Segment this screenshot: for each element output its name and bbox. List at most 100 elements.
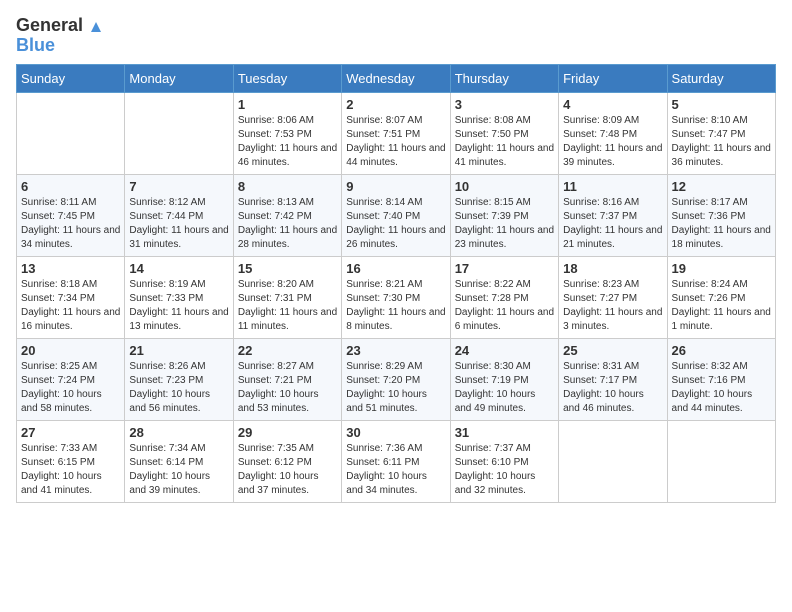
day-number: 31 bbox=[455, 425, 554, 440]
day-info: Sunrise: 8:27 AM Sunset: 7:21 PM Dayligh… bbox=[238, 360, 337, 416]
day-cell: 1 Sunrise: 8:06 AM Sunset: 7:53 PM Daylig… bbox=[233, 92, 341, 174]
day-info: Sunrise: 8:23 AM Sunset: 7:27 PM Dayligh… bbox=[563, 278, 662, 334]
day-cell: 23 Sunrise: 8:29 AM Sunset: 7:20 PM Dayli… bbox=[342, 338, 450, 420]
logo-blue: Blue bbox=[16, 35, 55, 55]
day-cell: 17 Sunrise: 8:22 AM Sunset: 7:28 PM Dayli… bbox=[450, 256, 558, 338]
day-number: 23 bbox=[346, 343, 445, 358]
day-number: 13 bbox=[21, 261, 120, 276]
day-info: Sunrise: 8:21 AM Sunset: 7:30 PM Dayligh… bbox=[346, 278, 445, 334]
day-number: 29 bbox=[238, 425, 337, 440]
day-number: 3 bbox=[455, 97, 554, 112]
day-cell: 9Sunrise: 8:14 AM Sunset: 7:40 PM Daylig… bbox=[342, 174, 450, 256]
day-number: 16 bbox=[346, 261, 445, 276]
day-number: 18 bbox=[563, 261, 662, 276]
weekday-header-tuesday: Tuesday bbox=[233, 64, 341, 92]
day-info: Sunrise: 8:07 AM Sunset: 7:51 PM Dayligh… bbox=[346, 114, 445, 170]
day-info: Sunrise: 8:25 AM Sunset: 7:24 PM Dayligh… bbox=[21, 360, 120, 416]
day-cell: 11Sunrise: 8:16 AM Sunset: 7:37 PM Dayli… bbox=[559, 174, 667, 256]
day-cell: 3 Sunrise: 8:08 AM Sunset: 7:50 PM Daylig… bbox=[450, 92, 558, 174]
day-number: 21 bbox=[129, 343, 228, 358]
weekday-header-wednesday: Wednesday bbox=[342, 64, 450, 92]
day-info: Sunrise: 8:18 AM Sunset: 7:34 PM Dayligh… bbox=[21, 278, 120, 334]
day-info: Sunrise: 8:24 AM Sunset: 7:26 PM Dayligh… bbox=[672, 278, 771, 334]
logo: General Blue bbox=[16, 16, 103, 56]
day-cell: 10 Sunrise: 8:15 AM Sunset: 7:39 PM Dayli… bbox=[450, 174, 558, 256]
day-number: 10 bbox=[455, 179, 554, 194]
day-cell: 16 Sunrise: 8:21 AM Sunset: 7:30 PM Dayli… bbox=[342, 256, 450, 338]
day-number: 8 bbox=[238, 179, 337, 194]
day-number: 15 bbox=[238, 261, 337, 276]
day-cell bbox=[125, 92, 233, 174]
day-number: 12 bbox=[672, 179, 771, 194]
day-info: Sunrise: 8:20 AM Sunset: 7:31 PM Dayligh… bbox=[238, 278, 337, 334]
day-cell: 20 Sunrise: 8:25 AM Sunset: 7:24 PM Dayli… bbox=[17, 338, 125, 420]
week-row-3: 13 Sunrise: 8:18 AM Sunset: 7:34 PM Dayli… bbox=[17, 256, 776, 338]
day-number: 19 bbox=[672, 261, 771, 276]
day-number: 22 bbox=[238, 343, 337, 358]
day-number: 28 bbox=[129, 425, 228, 440]
day-cell: 22 Sunrise: 8:27 AM Sunset: 7:21 PM Dayli… bbox=[233, 338, 341, 420]
day-cell: 29Sunrise: 7:35 AM Sunset: 6:12 PM Dayli… bbox=[233, 420, 341, 502]
day-info: Sunrise: 8:12 AM Sunset: 7:44 PM Dayligh… bbox=[129, 196, 228, 252]
day-info: Sunrise: 8:13 AM Sunset: 7:42 PM Dayligh… bbox=[238, 196, 337, 252]
day-info: Sunrise: 7:33 AM Sunset: 6:15 PM Dayligh… bbox=[21, 442, 120, 498]
logo-general: General bbox=[16, 15, 83, 35]
day-info: Sunrise: 8:30 AM Sunset: 7:19 PM Dayligh… bbox=[455, 360, 554, 416]
day-number: 17 bbox=[455, 261, 554, 276]
day-cell bbox=[667, 420, 775, 502]
week-row-5: 27Sunrise: 7:33 AM Sunset: 6:15 PM Dayli… bbox=[17, 420, 776, 502]
day-cell: 15 Sunrise: 8:20 AM Sunset: 7:31 PM Dayli… bbox=[233, 256, 341, 338]
day-cell: 7 Sunrise: 8:12 AM Sunset: 7:44 PM Daylig… bbox=[125, 174, 233, 256]
day-info: Sunrise: 8:14 AM Sunset: 7:40 PM Dayligh… bbox=[346, 196, 445, 252]
day-number: 6 bbox=[21, 179, 120, 194]
day-info: Sunrise: 8:06 AM Sunset: 7:53 PM Dayligh… bbox=[238, 114, 337, 170]
day-number: 26 bbox=[672, 343, 771, 358]
day-cell: 5 Sunrise: 8:10 AM Sunset: 7:47 PM Daylig… bbox=[667, 92, 775, 174]
day-number: 2 bbox=[346, 97, 445, 112]
day-info: Sunrise: 8:11 AM Sunset: 7:45 PM Dayligh… bbox=[21, 196, 120, 252]
day-cell: 6 Sunrise: 8:11 AM Sunset: 7:45 PM Daylig… bbox=[17, 174, 125, 256]
day-info: Sunrise: 8:31 AM Sunset: 7:17 PM Dayligh… bbox=[563, 360, 662, 416]
day-cell: 28 Sunrise: 7:34 AM Sunset: 6:14 PM Dayli… bbox=[125, 420, 233, 502]
day-info: Sunrise: 8:22 AM Sunset: 7:28 PM Dayligh… bbox=[455, 278, 554, 334]
day-cell: 30 Sunrise: 7:36 AM Sunset: 6:11 PM Dayli… bbox=[342, 420, 450, 502]
day-number: 5 bbox=[672, 97, 771, 112]
day-number: 1 bbox=[238, 97, 337, 112]
logo-combined: General Blue bbox=[16, 16, 103, 56]
weekday-header-saturday: Saturday bbox=[667, 64, 775, 92]
day-cell: 13 Sunrise: 8:18 AM Sunset: 7:34 PM Dayli… bbox=[17, 256, 125, 338]
day-info: Sunrise: 7:34 AM Sunset: 6:14 PM Dayligh… bbox=[129, 442, 228, 498]
day-cell: 27Sunrise: 7:33 AM Sunset: 6:15 PM Dayli… bbox=[17, 420, 125, 502]
day-cell: 2 Sunrise: 8:07 AM Sunset: 7:51 PM Daylig… bbox=[342, 92, 450, 174]
page-header: General Blue bbox=[16, 16, 776, 56]
day-number: 7 bbox=[129, 179, 228, 194]
day-number: 25 bbox=[563, 343, 662, 358]
day-cell bbox=[17, 92, 125, 174]
day-cell: 21 Sunrise: 8:26 AM Sunset: 7:23 PM Dayli… bbox=[125, 338, 233, 420]
day-info: Sunrise: 8:09 AM Sunset: 7:48 PM Dayligh… bbox=[563, 114, 662, 170]
day-number: 24 bbox=[455, 343, 554, 358]
weekday-header-row: SundayMondayTuesdayWednesdayThursdayFrid… bbox=[17, 64, 776, 92]
day-info: Sunrise: 8:26 AM Sunset: 7:23 PM Dayligh… bbox=[129, 360, 228, 416]
day-info: Sunrise: 7:37 AM Sunset: 6:10 PM Dayligh… bbox=[455, 442, 554, 498]
day-info: Sunrise: 8:15 AM Sunset: 7:39 PM Dayligh… bbox=[455, 196, 554, 252]
weekday-header-sunday: Sunday bbox=[17, 64, 125, 92]
day-info: Sunrise: 8:19 AM Sunset: 7:33 PM Dayligh… bbox=[129, 278, 228, 334]
day-number: 4 bbox=[563, 97, 662, 112]
day-cell: 19 Sunrise: 8:24 AM Sunset: 7:26 PM Dayli… bbox=[667, 256, 775, 338]
day-info: Sunrise: 8:08 AM Sunset: 7:50 PM Dayligh… bbox=[455, 114, 554, 170]
day-number: 20 bbox=[21, 343, 120, 358]
day-cell: 18 Sunrise: 8:23 AM Sunset: 7:27 PM Dayli… bbox=[559, 256, 667, 338]
day-cell: 24 Sunrise: 8:30 AM Sunset: 7:19 PM Dayli… bbox=[450, 338, 558, 420]
day-number: 30 bbox=[346, 425, 445, 440]
week-row-1: 1 Sunrise: 8:06 AM Sunset: 7:53 PM Daylig… bbox=[17, 92, 776, 174]
day-info: Sunrise: 7:36 AM Sunset: 6:11 PM Dayligh… bbox=[346, 442, 445, 498]
calendar-table: SundayMondayTuesdayWednesdayThursdayFrid… bbox=[16, 64, 776, 503]
day-cell: 8 Sunrise: 8:13 AM Sunset: 7:42 PM Daylig… bbox=[233, 174, 341, 256]
week-row-2: 6 Sunrise: 8:11 AM Sunset: 7:45 PM Daylig… bbox=[17, 174, 776, 256]
weekday-header-thursday: Thursday bbox=[450, 64, 558, 92]
day-info: Sunrise: 8:10 AM Sunset: 7:47 PM Dayligh… bbox=[672, 114, 771, 170]
day-cell: 4 Sunrise: 8:09 AM Sunset: 7:48 PM Daylig… bbox=[559, 92, 667, 174]
day-info: Sunrise: 8:29 AM Sunset: 7:20 PM Dayligh… bbox=[346, 360, 445, 416]
week-row-4: 20 Sunrise: 8:25 AM Sunset: 7:24 PM Dayli… bbox=[17, 338, 776, 420]
